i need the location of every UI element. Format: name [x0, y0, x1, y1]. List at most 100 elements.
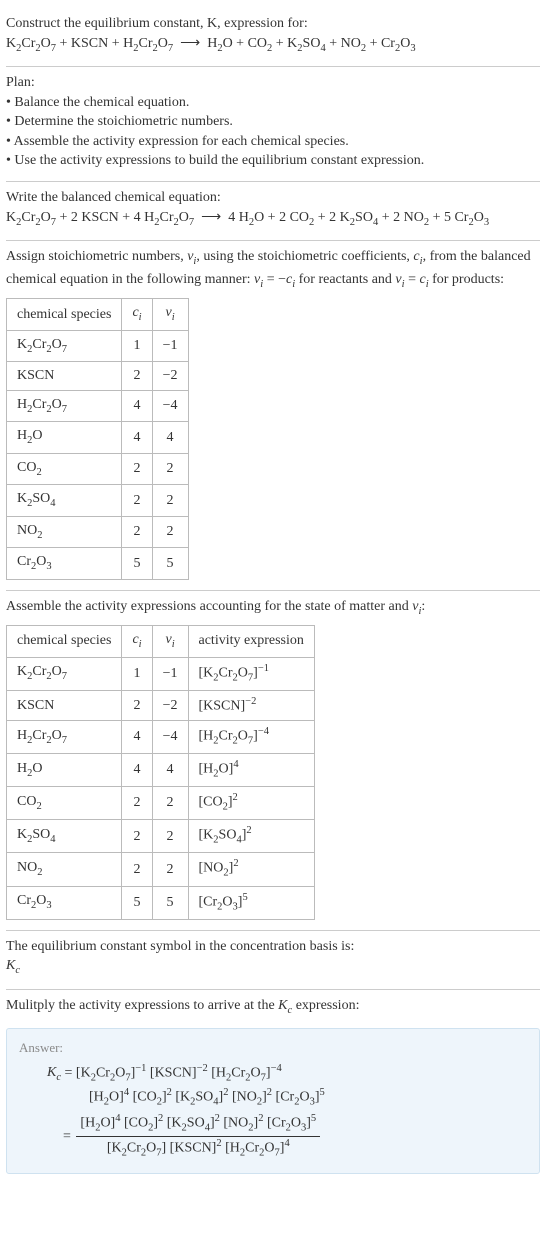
- section-balanced: Write the balanced chemical equation: K2…: [6, 182, 540, 241]
- cell-species: H2O: [7, 422, 122, 453]
- cell-species: K2Cr2O7: [7, 657, 122, 690]
- cell-species: KSCN: [7, 362, 122, 391]
- cell-species: NO2: [7, 516, 122, 547]
- answer-expression: Kc = [K2Cr2O7]−1 [KSCN]−2 [H2Cr2O7]−4 [H…: [47, 1062, 527, 1162]
- col-activity: activity expression: [188, 626, 314, 657]
- cell-ci: 4: [122, 390, 152, 421]
- cell-ci: 5: [122, 548, 152, 579]
- answer-fraction-line: = [H2O]4 [CO2]2 [K2SO4]2 [NO2]2 [Cr2O3]5…: [47, 1112, 527, 1161]
- cell-vi: 5: [152, 886, 188, 919]
- cell-vi: −4: [152, 720, 188, 753]
- plan-item: • Determine the stoichiometric numbers.: [6, 112, 540, 132]
- plan-item: • Balance the chemical equation.: [6, 93, 540, 113]
- table-row: H2Cr2O7 4 −4 [H2Cr2O7]−4: [7, 720, 315, 753]
- cell-vi: −1: [152, 657, 188, 690]
- cell-vi: 2: [152, 853, 188, 886]
- plan-heading: Plan:: [6, 73, 540, 93]
- col-species: chemical species: [7, 626, 122, 657]
- cell-activity: [K2Cr2O7]−1: [188, 657, 314, 690]
- col-ci: ci: [122, 299, 152, 330]
- cell-ci: 2: [122, 787, 152, 820]
- section-intro: Construct the equilibrium constant, K, e…: [6, 8, 540, 67]
- stoich-table: chemical species ci νi K2Cr2O7 1 −1 KSCN…: [6, 298, 189, 579]
- col-ci: ci: [122, 626, 152, 657]
- table-header-row: chemical species ci νi activity expressi…: [7, 626, 315, 657]
- multiply-text: Mulitply the activity expressions to arr…: [6, 996, 540, 1018]
- intro-equation: K2Cr2O7 + KSCN + H2Cr2O7 ⟶ H2O + CO2 + K…: [6, 34, 540, 56]
- cell-vi: −2: [152, 690, 188, 720]
- cell-ci: 2: [122, 485, 152, 516]
- table-row: CO2 2 2 [CO2]2: [7, 787, 315, 820]
- table-row: CO2 2 2: [7, 453, 189, 484]
- cell-ci: 2: [122, 453, 152, 484]
- cell-species: K2SO4: [7, 820, 122, 853]
- intro-line: Construct the equilibrium constant, K, e…: [6, 14, 540, 34]
- plan-item: • Use the activity expressions to build …: [6, 151, 540, 171]
- table-row: H2Cr2O7 4 −4: [7, 390, 189, 421]
- plan-item-text: Assemble the activity expression for eac…: [14, 134, 349, 149]
- cell-ci: 1: [122, 330, 152, 361]
- table-row: K2Cr2O7 1 −1 [K2Cr2O7]−1: [7, 657, 315, 690]
- cell-species: Cr2O3: [7, 886, 122, 919]
- plan-item: • Assemble the activity expression for e…: [6, 132, 540, 152]
- table-header-row: chemical species ci νi: [7, 299, 189, 330]
- cell-ci: 2: [122, 853, 152, 886]
- cell-species: NO2: [7, 853, 122, 886]
- table-row: Cr2O3 5 5 [Cr2O3]5: [7, 886, 315, 919]
- cell-vi: −2: [152, 362, 188, 391]
- cell-species: CO2: [7, 787, 122, 820]
- cell-vi: 4: [152, 422, 188, 453]
- table-row: NO2 2 2 [NO2]2: [7, 853, 315, 886]
- cell-vi: 2: [152, 820, 188, 853]
- assemble-text: Assemble the activity expressions accoun…: [6, 597, 540, 619]
- table-row: K2SO4 2 2: [7, 485, 189, 516]
- cell-species: Cr2O3: [7, 548, 122, 579]
- cell-ci: 2: [122, 362, 152, 391]
- cell-ci: 4: [122, 720, 152, 753]
- plan-item-text: Determine the stoichiometric numbers.: [14, 114, 233, 129]
- col-vi: νi: [152, 626, 188, 657]
- section-assign: Assign stoichiometric numbers, νi, using…: [6, 241, 540, 590]
- fraction-numerator: [H2O]4 [CO2]2 [K2SO4]2 [NO2]2 [Cr2O3]5: [76, 1112, 320, 1137]
- cell-species: CO2: [7, 453, 122, 484]
- cell-activity: [KSCN]−2: [188, 690, 314, 720]
- cell-vi: 5: [152, 548, 188, 579]
- cell-ci: 1: [122, 657, 152, 690]
- balanced-heading: Write the balanced chemical equation:: [6, 188, 540, 208]
- activity-table-body: K2Cr2O7 1 −1 [K2Cr2O7]−1 KSCN 2 −2 [KSCN…: [7, 657, 315, 919]
- col-vi: νi: [152, 299, 188, 330]
- answer-line2: [H2O]4 [CO2]2 [K2SO4]2 [NO2]2 [Cr2O3]5: [89, 1086, 527, 1110]
- cell-species: KSCN: [7, 690, 122, 720]
- cell-ci: 4: [122, 422, 152, 453]
- section-symbol: The equilibrium constant symbol in the c…: [6, 931, 540, 990]
- answer-box: Answer: Kc = [K2Cr2O7]−1 [KSCN]−2 [H2Cr2…: [6, 1028, 540, 1174]
- plan-item-text: Balance the chemical equation.: [14, 95, 189, 110]
- cell-activity: [Cr2O3]5: [188, 886, 314, 919]
- cell-ci: 2: [122, 820, 152, 853]
- table-row: H2O 4 4 [H2O]4: [7, 754, 315, 787]
- answer-line1: Kc = [K2Cr2O7]−1 [KSCN]−2 [H2Cr2O7]−4: [47, 1062, 527, 1086]
- cell-species: H2O: [7, 754, 122, 787]
- cell-species: K2SO4: [7, 485, 122, 516]
- table-row: K2SO4 2 2 [K2SO4]2: [7, 820, 315, 853]
- answer-label: Answer:: [19, 1039, 527, 1057]
- cell-activity: [H2Cr2O7]−4: [188, 720, 314, 753]
- section-assemble: Assemble the activity expressions accoun…: [6, 591, 540, 931]
- symbol-line: The equilibrium constant symbol in the c…: [6, 937, 540, 957]
- cell-activity: [NO2]2: [188, 853, 314, 886]
- cell-vi: −1: [152, 330, 188, 361]
- cell-vi: 2: [152, 787, 188, 820]
- table-row: NO2 2 2: [7, 516, 189, 547]
- table-row: KSCN 2 −2: [7, 362, 189, 391]
- cell-activity: [H2O]4: [188, 754, 314, 787]
- kc-symbol: Kc: [6, 956, 540, 978]
- cell-vi: 2: [152, 485, 188, 516]
- cell-species: H2Cr2O7: [7, 720, 122, 753]
- cell-ci: 2: [122, 516, 152, 547]
- cell-vi: 4: [152, 754, 188, 787]
- plan-item-text: Use the activity expressions to build th…: [14, 153, 424, 168]
- section-multiply: Mulitply the activity expressions to arr…: [6, 990, 540, 1020]
- cell-vi: −4: [152, 390, 188, 421]
- cell-species: H2Cr2O7: [7, 390, 122, 421]
- answer-fraction: [H2O]4 [CO2]2 [K2SO4]2 [NO2]2 [Cr2O3]5 […: [76, 1112, 320, 1161]
